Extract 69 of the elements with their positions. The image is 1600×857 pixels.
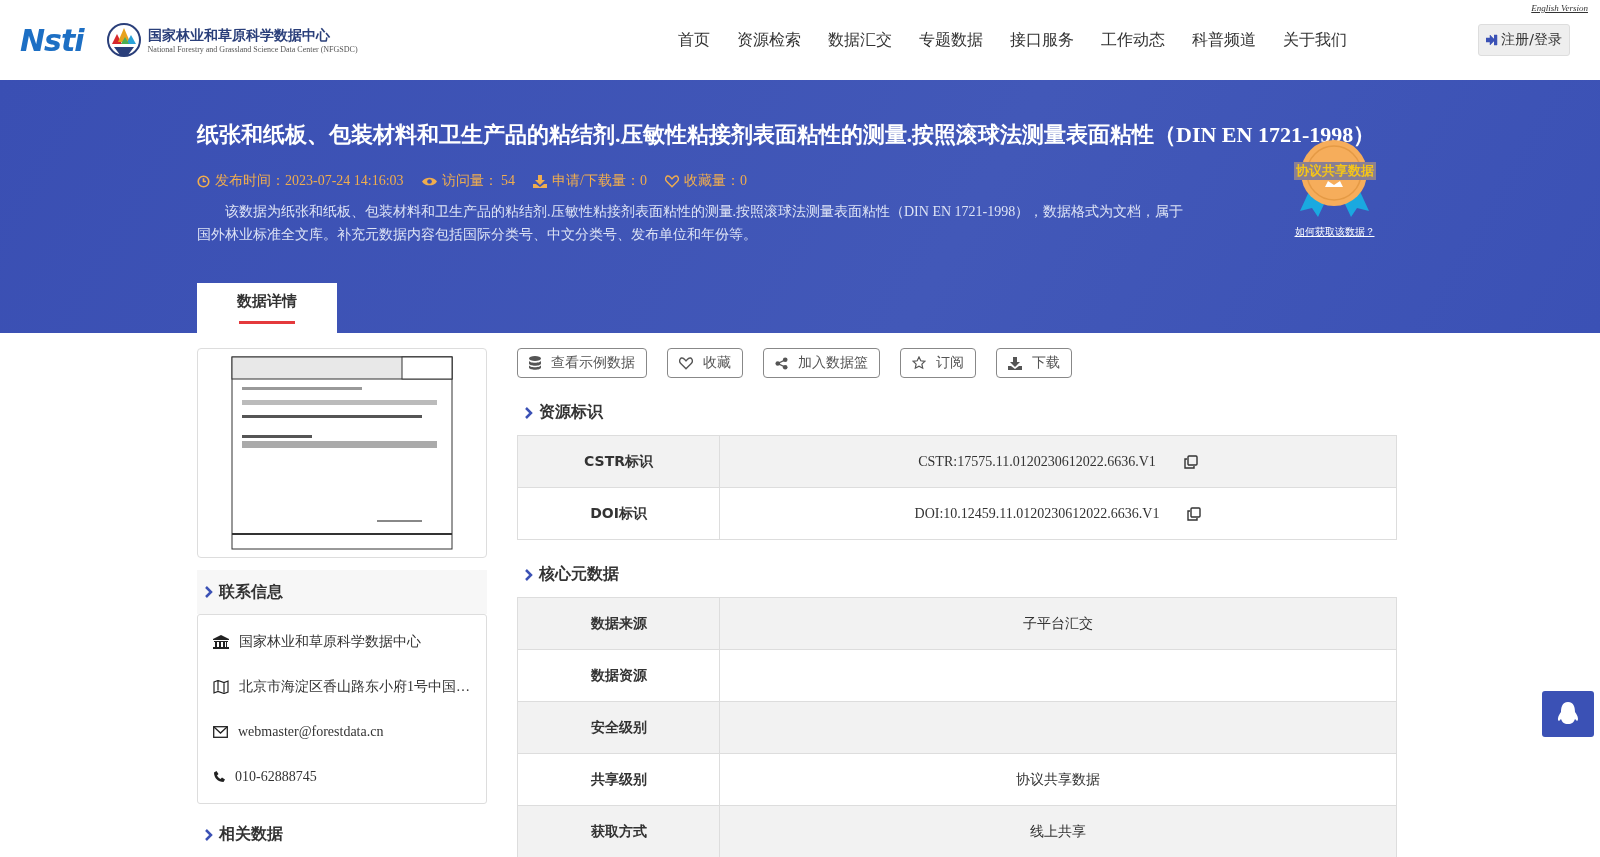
label-cell: DOI标识 [517, 487, 720, 540]
logo-title: 国家林业和草原科学数据中心 [147, 26, 331, 45]
nav-link[interactable]: 关于我们 [1282, 29, 1347, 51]
section-title: 资源标识 [539, 402, 603, 423]
penguin-icon [1556, 701, 1580, 727]
meta-text: 申请/下载量：0 [552, 172, 647, 190]
database-icon [529, 356, 541, 370]
action-button[interactable]: 订阅 [900, 348, 976, 378]
contact-text: 010-62888745 [235, 768, 317, 785]
logo-subtitle: National Forestry and Grassland Science Data Center (NFGSDC) [147, 44, 358, 54]
label-cell: 共享级别 [517, 753, 720, 806]
nav-link[interactable]: 资源检索 [736, 29, 801, 51]
value-cell: 协议共享数据 [719, 753, 1397, 806]
label-cell: CSTR标识 [517, 435, 720, 488]
chat-button[interactable] [1542, 691, 1594, 737]
share-icon [775, 356, 788, 370]
nav-link[interactable]: 首页 [677, 29, 710, 51]
english-version-link[interactable]: English Version [1531, 3, 1588, 13]
action-button[interactable]: 查看示例数据 [517, 348, 647, 378]
label-cell: 安全级别 [517, 701, 720, 754]
heart-icon [679, 356, 693, 370]
contact-text: webmaster@forestdata.cn [238, 723, 384, 740]
chevron-icon [525, 568, 533, 581]
description: 该数据为纸张和纸板、包装材料和卫生产品的粘结剂.压敏性粘接剂表面粘性的测量.按照滚球法测量表面粘性（DIN EN 1721-1998），数据格式为文档，属于国外林业标准全文库。补充元数据内容包括国际分类号、中文分类号、发布单位和年份等。 [197, 203, 1185, 244]
tree-logo-icon [105, 22, 142, 58]
login-button[interactable]: 注册/登录 [1478, 24, 1570, 56]
nav-link[interactable]: 专题数据 [918, 29, 983, 51]
action-button[interactable]: 下载 [996, 348, 1072, 378]
map-icon [213, 679, 229, 694]
contact-text: 国家林业和草原科学数据中心 [239, 632, 421, 651]
envelope-icon [213, 725, 228, 738]
contact-text: 北京市海淀区香山路东小府1号中国… [239, 677, 470, 696]
section-title: 联系信息 [219, 581, 283, 603]
action-button[interactable]: 收藏 [667, 348, 743, 378]
value-cell: CSTR:17575.11.0120230612022.6636.V1 [719, 435, 1397, 488]
nav-link[interactable]: 科普频道 [1191, 29, 1256, 51]
chevron-icon [525, 406, 533, 419]
action-button[interactable]: 加入数据篮 [763, 348, 880, 378]
phone-icon [213, 770, 225, 783]
heart-icon [665, 174, 679, 188]
how-to-get-link[interactable]: 如何获取该数据？ [1294, 225, 1375, 239]
copy-icon[interactable] [1183, 454, 1198, 469]
eye-icon [421, 175, 437, 187]
star-icon [912, 356, 926, 370]
section-title: 相关数据 [219, 824, 283, 845]
logo-text: Nsti [20, 22, 84, 58]
clock-icon [197, 174, 210, 188]
sign-in-icon [1486, 34, 1499, 46]
section-title: 核心元数据 [539, 564, 619, 585]
page-title: 纸张和纸板、包装材料和卫生产品的粘结剂.压敏性粘接剂表面粘性的测量.按照滚球法测量表面粘性（DIN EN 1721-1998） [197, 121, 1377, 149]
value-cell: 子平台汇交 [719, 597, 1397, 650]
meta-text: 发布时间：2023-07-24 14:16:03 [215, 172, 404, 190]
copy-icon[interactable] [1187, 506, 1202, 521]
meta-text: 收藏量：0 [684, 172, 747, 190]
value-cell: DOI:10.12459.11.0120230612022.6636.V1 [719, 487, 1397, 540]
tab[interactable]: 数据详情 [197, 283, 337, 333]
chevron-icon [205, 828, 213, 841]
label-cell: 数据资源 [517, 649, 720, 702]
chevron-icon [205, 586, 213, 598]
bank-icon [213, 634, 229, 649]
nav-link[interactable]: 工作动态 [1100, 29, 1165, 51]
download-icon [533, 174, 548, 188]
nav-link[interactable]: 接口服务 [1009, 29, 1074, 51]
nav-link[interactable]: 数据汇交 [827, 29, 892, 51]
label-cell: 获取方式 [517, 805, 720, 857]
badge-label: 协议共享数据 [1293, 162, 1376, 180]
meta-text: 访问量： 54 [441, 172, 516, 190]
download-icon [1008, 356, 1022, 370]
label-cell: 数据来源 [517, 597, 720, 650]
